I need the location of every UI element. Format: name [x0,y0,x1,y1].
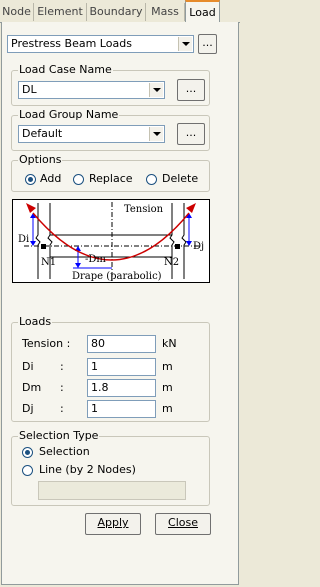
tension-input[interactable]: 80 [87,335,156,353]
node-line-input [38,481,186,500]
drape-label: Drape (parabolic) [72,271,162,282]
tension-unit: kN [162,337,177,350]
chevron-down-icon[interactable] [178,37,192,51]
close-button[interactable]: Close [155,513,211,535]
dm-input[interactable]: 1.8 [87,379,156,397]
node-n1-marker [41,244,46,249]
apply-button-label: Apply [97,516,129,529]
tab-element[interactable]: Element [34,3,87,21]
dm-field-label: Dm [22,381,42,394]
load-case-legend: Load Case Name [18,63,113,76]
options-legend: Options [18,153,63,166]
n2-label: N2 [164,257,179,268]
apply-button[interactable]: Apply [85,513,141,535]
line-two-nodes-label[interactable]: Line (by 2 Nodes) [39,463,136,476]
tab-load[interactable]: Load [185,0,220,22]
tab-boundary[interactable]: Boundary [87,3,146,21]
selection-type-legend: Selection Type [18,429,100,442]
selection-label[interactable]: Selection [39,445,90,458]
load-group-value: Default [22,127,63,140]
close-button-label: Close [168,516,198,529]
dj-field-label: Dj [22,402,34,415]
di-unit: m [162,360,173,373]
di-colon: : [60,360,64,373]
load-group-legend: Load Group Name [18,108,120,121]
load-type-select[interactable]: Prestress Beam Loads [7,35,194,53]
dm-label: -Dm [85,254,106,265]
dj-input[interactable]: 1 [87,400,156,418]
load-group-more-button[interactable]: ... [177,123,205,145]
load-type-more-button[interactable]: ... [198,34,217,54]
option-replace-radio[interactable] [73,174,84,185]
load-type-value: Prestress Beam Loads [11,37,132,50]
tab-node[interactable]: Node [0,3,34,21]
option-add-label[interactable]: Add [40,172,61,185]
dj-label: Dj [193,241,204,252]
tab-mass[interactable]: Mass [146,3,185,21]
tension-label: Tension [124,204,164,215]
di-field-label: Di [22,360,34,373]
chevron-down-icon[interactable] [149,127,163,141]
option-delete-label[interactable]: Delete [162,172,198,185]
option-delete-radio[interactable] [146,174,157,185]
n1-label: N1 [41,257,56,268]
selection-radio[interactable] [22,447,33,458]
loads-legend: Loads [18,315,53,328]
dj-colon: : [60,402,64,415]
node-n2-marker [175,244,180,249]
dj-unit: m [162,402,173,415]
tab-bar: Node Element Boundary Mass Load [0,0,240,23]
prestress-diagram: Tension Di Dj N1 N2 -Dm Drape (parabolic… [12,199,210,283]
di-label: Di [18,234,29,245]
load-case-more-button[interactable]: ... [177,79,205,101]
dm-colon: : [60,381,64,394]
line-two-nodes-radio[interactable] [22,465,33,476]
dm-unit: m [162,381,173,394]
option-add-radio[interactable] [25,174,36,185]
option-replace-label[interactable]: Replace [89,172,133,185]
tension-field-label: Tension : [22,337,71,350]
load-group-select[interactable]: Default [18,125,165,143]
load-case-select[interactable]: DL [18,81,165,99]
load-case-value: DL [22,83,37,96]
di-input[interactable]: 1 [87,358,156,376]
chevron-down-icon[interactable] [149,83,163,97]
